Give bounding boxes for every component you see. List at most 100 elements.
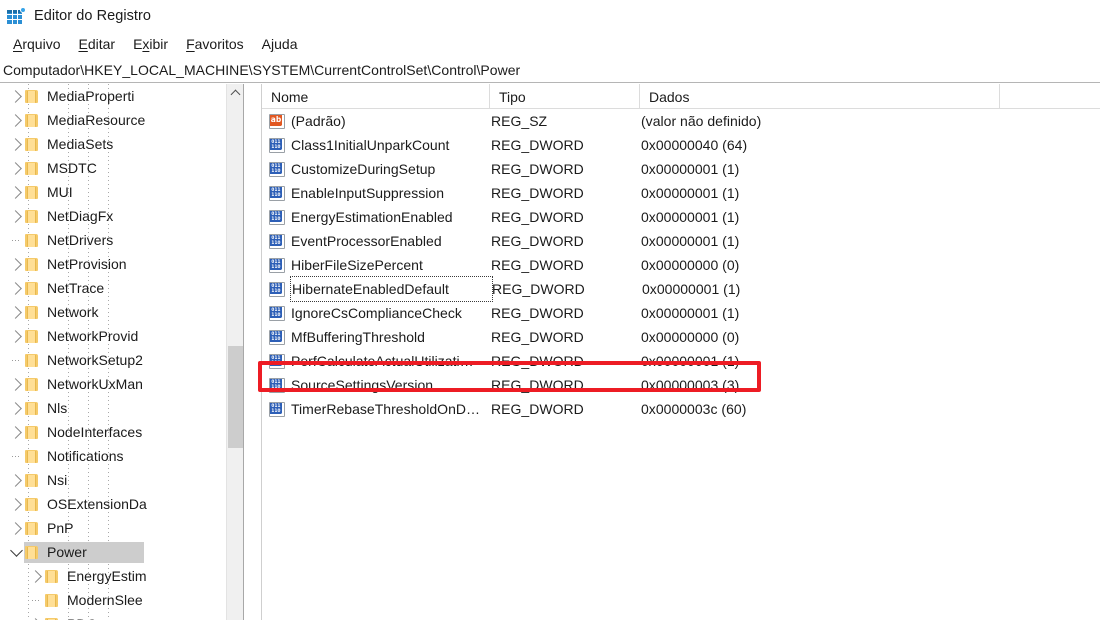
main-content: MediaProperti MediaResource MediaSets MSDTC… bbox=[0, 84, 1100, 620]
menu-item-exibir[interactable]: Exibir bbox=[124, 34, 177, 54]
tree-vertical-scrollbar[interactable] bbox=[226, 84, 243, 620]
tree-item-netdrivers[interactable]: NetDrivers bbox=[0, 228, 243, 252]
tree-item-pdc[interactable]: PDC bbox=[0, 612, 243, 620]
tree-item-pnp[interactable]: PnP bbox=[0, 516, 243, 540]
registry-editor-window: Editor do Registro Arquivo Editar Exibir Fa… bbox=[0, 0, 1100, 620]
folder-icon bbox=[24, 545, 40, 559]
tree-item-label: MediaProperti bbox=[47, 88, 135, 104]
value-type: REG_DWORD bbox=[491, 137, 584, 153]
folder-icon bbox=[24, 353, 40, 367]
chevron-right-icon[interactable] bbox=[28, 564, 44, 588]
value-type: REG_DWORD bbox=[491, 161, 584, 177]
folder-icon bbox=[24, 401, 40, 415]
table-row[interactable]: 011 110 CustomizeDuringSetup REG_DWORD 0x000… bbox=[262, 157, 1100, 181]
value-name: EnergyEstimationEnabled bbox=[291, 209, 453, 225]
value-name: PerfCalculateActualUtilizati… bbox=[291, 353, 474, 369]
tree-item-osextensionda[interactable]: OSExtensionDa bbox=[0, 492, 243, 516]
tree-item-networksetup2[interactable]: NetworkSetup2 bbox=[0, 348, 243, 372]
tree-item-netprovision[interactable]: NetProvision bbox=[0, 252, 243, 276]
tree-item-modernslee[interactable]: ModernSlee bbox=[0, 588, 243, 612]
menu-item-arquivo[interactable]: Arquivo bbox=[4, 34, 69, 54]
chevron-right-icon[interactable] bbox=[8, 108, 24, 132]
chevron-right-icon[interactable] bbox=[8, 396, 24, 420]
chevron-right-icon[interactable] bbox=[8, 372, 24, 396]
tree-item-nettrace[interactable]: NetTrace bbox=[0, 276, 243, 300]
folder-icon bbox=[24, 281, 40, 295]
tree-item-nls[interactable]: Nls bbox=[0, 396, 243, 420]
tree-item-nodeinterfaces[interactable]: NodeInterfaces bbox=[0, 420, 243, 444]
chevron-right-icon[interactable] bbox=[8, 420, 24, 444]
tree-item-label: Power bbox=[47, 544, 87, 560]
table-row[interactable]: 011 110 Class1InitialUnparkCount REG_DWORD 0… bbox=[262, 133, 1100, 157]
tree-item-notifications[interactable]: Notifications bbox=[0, 444, 243, 468]
value-type: REG_DWORD bbox=[491, 353, 584, 369]
tree-item-nsi[interactable]: Nsi bbox=[0, 468, 243, 492]
table-row[interactable]: 011 110 PerfCalculateActualUtilizati… REG_D… bbox=[262, 349, 1100, 373]
value-name: HibernateEnabledDefault bbox=[290, 276, 493, 302]
chevron-down-icon[interactable] bbox=[8, 540, 24, 564]
chevron-right-icon[interactable] bbox=[8, 276, 24, 300]
chevron-right-icon[interactable] bbox=[8, 156, 24, 180]
tree-item-mui[interactable]: MUI bbox=[0, 180, 243, 204]
table-row[interactable]: 011 110 TimerRebaseThresholdOnD… REG_DWORD 0… bbox=[262, 397, 1100, 421]
value-name: IgnoreCsComplianceCheck bbox=[291, 305, 462, 321]
column-header-data[interactable]: Dados bbox=[640, 84, 1000, 109]
value-type: REG_DWORD bbox=[491, 377, 584, 393]
chevron-right-icon[interactable] bbox=[8, 204, 24, 228]
value-type: REG_DWORD bbox=[491, 305, 584, 321]
chevron-right-icon[interactable] bbox=[8, 252, 24, 276]
tree-item-label: NetDiagFx bbox=[47, 208, 114, 224]
tree-item-netdiagfx[interactable]: NetDiagFx bbox=[0, 204, 243, 228]
table-row[interactable]: 011 110 IgnoreCsComplianceCheck REG_DWORD 0x… bbox=[262, 301, 1100, 325]
tree-item-networkuxman[interactable]: NetworkUxMan bbox=[0, 372, 243, 396]
value-name: HiberFileSizePercent bbox=[291, 257, 423, 273]
tree-item-energyestim[interactable]: EnergyEstim bbox=[0, 564, 243, 588]
chevron-right-icon[interactable] bbox=[8, 180, 24, 204]
tree-item-label: NetProvision bbox=[47, 256, 127, 272]
value-type: REG_DWORD bbox=[491, 257, 584, 273]
folder-icon bbox=[24, 209, 40, 223]
value-name: CustomizeDuringSetup bbox=[291, 161, 436, 177]
table-row[interactable]: 011 110 MfBufferingThreshold REG_DWORD 0x000… bbox=[262, 325, 1100, 349]
tree-item-label: Network bbox=[47, 304, 99, 320]
chevron-right-icon[interactable] bbox=[8, 492, 24, 516]
chevron-right-icon[interactable] bbox=[28, 612, 44, 620]
tree-item-mediaresource[interactable]: MediaResource bbox=[0, 108, 243, 132]
menu-item-ajuda[interactable]: Ajuda bbox=[253, 34, 307, 54]
folder-icon bbox=[24, 137, 40, 151]
pane-divider[interactable] bbox=[243, 84, 244, 620]
tree-item-power[interactable]: Power bbox=[0, 540, 243, 564]
table-row[interactable]: 011 110 HibernateEnabledDefault REG_DWORD 0x… bbox=[262, 276, 1100, 302]
window-title: Editor do Registro bbox=[34, 7, 151, 24]
tree-item-msdtc[interactable]: MSDTC bbox=[0, 156, 243, 180]
scroll-up-arrow-icon[interactable] bbox=[227, 84, 243, 101]
tree-item-label: NetworkProvid bbox=[47, 328, 139, 344]
chevron-right-icon[interactable] bbox=[8, 300, 24, 324]
tree-item-networkprovid[interactable]: NetworkProvid bbox=[0, 324, 243, 348]
tree-item-label: Nls bbox=[47, 400, 68, 416]
table-row[interactable]: 011 110 EnableInputSuppression REG_DWORD 0x0… bbox=[262, 181, 1100, 205]
value-name: TimerRebaseThresholdOnD… bbox=[291, 401, 481, 417]
chevron-right-icon[interactable] bbox=[8, 468, 24, 492]
table-row[interactable]: ab (Padrão) REG_SZ (valor não definido) bbox=[262, 109, 1100, 133]
table-row[interactable]: 011 110 HiberFileSizePercent REG_DWORD 0x000… bbox=[262, 253, 1100, 277]
value-data: 0x0000003c (60) bbox=[641, 401, 747, 417]
chevron-right-icon[interactable] bbox=[8, 516, 24, 540]
table-row[interactable]: 011 110 EventProcessorEnabled REG_DWORD 0x00… bbox=[262, 229, 1100, 253]
menu-item-favoritos[interactable]: Favoritos bbox=[177, 34, 253, 54]
table-row[interactable]: 011 110 EnergyEstimationEnabled REG_DWORD 0x… bbox=[262, 205, 1100, 229]
column-header-type[interactable]: Tipo bbox=[490, 84, 640, 109]
chevron-right-icon[interactable] bbox=[8, 84, 24, 108]
tree-item-network[interactable]: Network bbox=[0, 300, 243, 324]
table-row[interactable]: 011 110 SourceSettingsVersion REG_DWORD 0x00… bbox=[262, 373, 1100, 397]
address-bar[interactable]: Computador\HKEY_LOCAL_MACHINE\SYSTEM\Cur… bbox=[0, 57, 1100, 83]
scrollbar-thumb[interactable] bbox=[228, 346, 243, 448]
reg-dword-icon: 011 110 bbox=[269, 233, 285, 249]
column-header-name[interactable]: Nome bbox=[262, 84, 490, 109]
chevron-right-icon[interactable] bbox=[8, 324, 24, 348]
menu-item-editar[interactable]: Editar bbox=[69, 34, 124, 54]
tree-item-mediaproperti[interactable]: MediaProperti bbox=[0, 84, 243, 108]
value-type: REG_SZ bbox=[491, 113, 548, 129]
chevron-right-icon[interactable] bbox=[8, 132, 24, 156]
tree-item-mediasets[interactable]: MediaSets bbox=[0, 132, 243, 156]
